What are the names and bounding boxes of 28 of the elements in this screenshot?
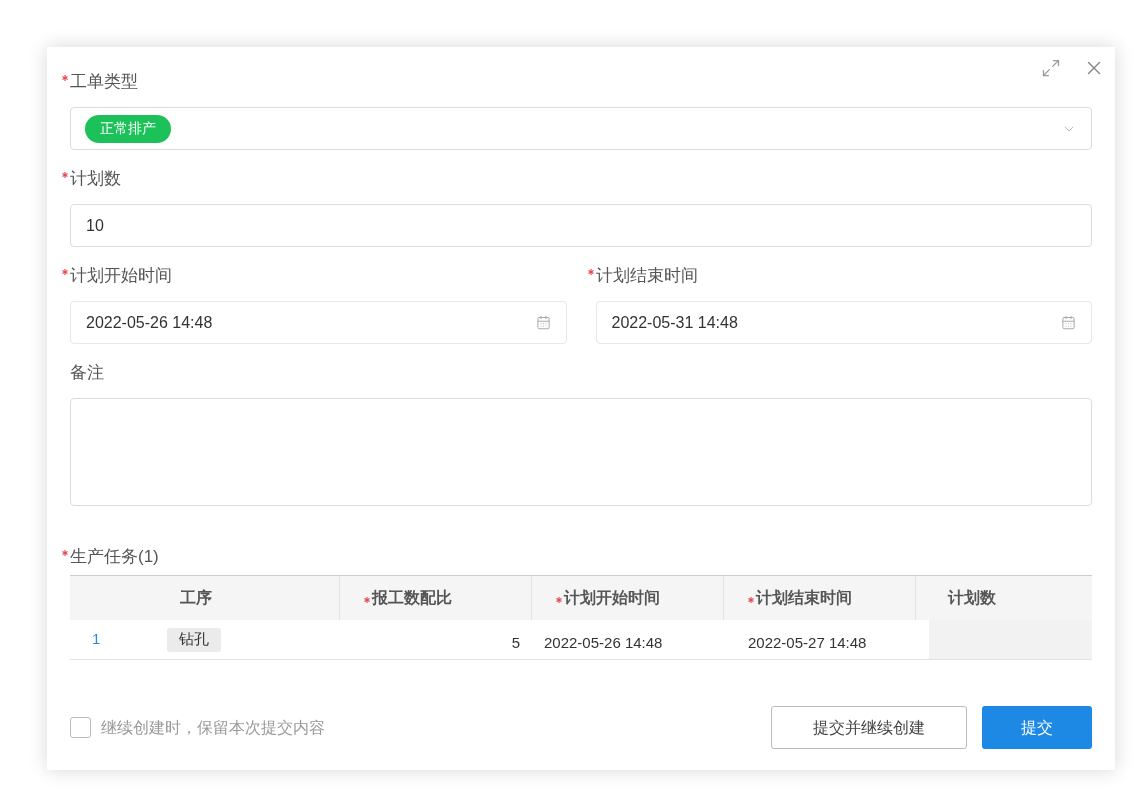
column-header: 计划结束时间 xyxy=(724,576,916,620)
keep-content-checkbox[interactable] xyxy=(70,717,91,738)
submit-button[interactable]: 提交 xyxy=(982,706,1092,749)
table-cell-text: 2022-05-27 14:48 xyxy=(748,633,867,654)
column-header: 工序 xyxy=(70,576,340,620)
section-label: 生产任务(1) xyxy=(70,546,159,568)
column-header: 计划开始时间 xyxy=(532,576,724,620)
field-label: 工单类型 xyxy=(70,71,138,93)
field-label: 备注 xyxy=(70,362,104,384)
count-input[interactable]: 10 xyxy=(70,204,1092,247)
field-label: 计划开始时间 xyxy=(70,265,172,287)
maximize-button[interactable] xyxy=(1041,58,1061,78)
checkbox-label: 继续创建时，保留本次提交内容 xyxy=(101,717,325,738)
type-tag: 正常排产 xyxy=(85,114,171,143)
column-header: 报工数配比 xyxy=(340,576,532,620)
calendar-icon xyxy=(535,315,551,330)
remark-textarea[interactable] xyxy=(70,398,1092,506)
table-cell-text: 2022-05-26 14:48 xyxy=(544,633,663,654)
date-field[interactable]: 2022-05-31 14:48 xyxy=(595,301,1092,344)
date-field[interactable]: 2022-05-26 14:48 xyxy=(70,301,567,344)
row-number: 1 xyxy=(91,629,102,650)
field-label: 计划数 xyxy=(70,168,121,190)
table-cell-text: 5 xyxy=(511,633,520,654)
field-label: 计划结束时间 xyxy=(595,265,698,287)
calendar-icon xyxy=(1061,315,1076,330)
process-tag: 钻孔 xyxy=(167,627,221,652)
submit-continue-button[interactable]: 提交并继续创建 xyxy=(771,706,967,749)
column-header: 计划数 xyxy=(946,588,997,608)
